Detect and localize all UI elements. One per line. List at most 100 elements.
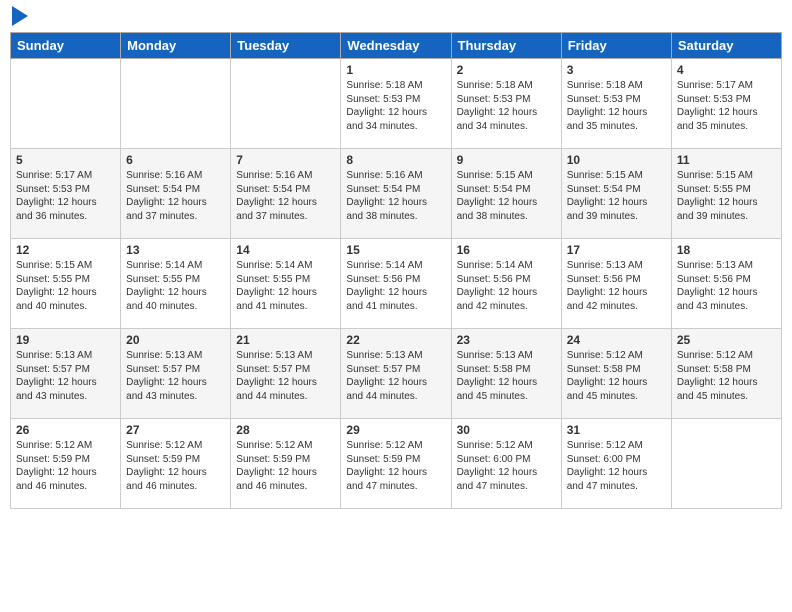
calendar-header-row: SundayMondayTuesdayWednesdayThursdayFrid… <box>11 33 782 59</box>
day-number: 15 <box>346 243 445 257</box>
calendar-cell: 11Sunrise: 5:15 AM Sunset: 5:55 PM Dayli… <box>671 149 781 239</box>
day-info: Sunrise: 5:13 AM Sunset: 5:57 PM Dayligh… <box>126 349 225 403</box>
calendar-cell: 3 Sunrise: 5:18 AM Sunset: 5:53 PM Daylig… <box>561 59 671 149</box>
calendar-cell: 4Sunrise: 5:17 AM Sunset: 5:53 PM Daylig… <box>671 59 781 149</box>
calendar-cell: 15 Sunrise: 5:14 AM Sunset: 5:56 PM Dayli… <box>341 239 451 329</box>
calendar-cell: 6 Sunrise: 5:16 AM Sunset: 5:54 PM Daylig… <box>121 149 231 239</box>
calendar-cell: 14 Sunrise: 5:14 AM Sunset: 5:55 PM Dayli… <box>231 239 341 329</box>
day-info: Sunrise: 5:14 AM Sunset: 5:55 PM Dayligh… <box>126 259 225 313</box>
calendar-cell: 27 Sunrise: 5:12 AM Sunset: 5:59 PM Dayli… <box>121 419 231 509</box>
calendar-cell: 26 Sunrise: 5:12 AM Sunset: 5:59 PM Dayli… <box>11 419 121 509</box>
day-number: 23 <box>457 333 556 347</box>
day-info: Sunrise: 5:12 AM Sunset: 5:58 PM Dayligh… <box>677 349 776 403</box>
calendar-cell: 29 Sunrise: 5:12 AM Sunset: 5:59 PM Dayli… <box>341 419 451 509</box>
day-number: 6 <box>126 153 225 167</box>
day-info: Sunrise: 5:15 AM Sunset: 5:54 PM Dayligh… <box>567 169 666 223</box>
day-info: Sunrise: 5:15 AM Sunset: 5:55 PM Dayligh… <box>16 259 115 313</box>
day-info: Sunrise: 5:16 AM Sunset: 5:54 PM Dayligh… <box>236 169 335 223</box>
day-info: Sunrise: 5:12 AM Sunset: 6:00 PM Dayligh… <box>567 439 666 493</box>
day-info: Sunrise: 5:18 AM Sunset: 5:53 PM Dayligh… <box>346 79 445 133</box>
day-info: Sunrise: 5:18 AM Sunset: 5:53 PM Dayligh… <box>567 79 666 133</box>
calendar-cell: 7 Sunrise: 5:16 AM Sunset: 5:54 PM Daylig… <box>231 149 341 239</box>
calendar-week-1: 1 Sunrise: 5:18 AM Sunset: 5:53 PM Daylig… <box>11 59 782 149</box>
day-number: 17 <box>567 243 666 257</box>
day-info: Sunrise: 5:15 AM Sunset: 5:55 PM Dayligh… <box>677 169 776 223</box>
day-info: Sunrise: 5:13 AM Sunset: 5:56 PM Dayligh… <box>677 259 776 313</box>
day-number: 7 <box>236 153 335 167</box>
day-number: 18 <box>677 243 776 257</box>
weekday-header-friday: Friday <box>561 33 671 59</box>
day-info: Sunrise: 5:16 AM Sunset: 5:54 PM Dayligh… <box>126 169 225 223</box>
weekday-header-tuesday: Tuesday <box>231 33 341 59</box>
day-number: 19 <box>16 333 115 347</box>
day-number: 26 <box>16 423 115 437</box>
weekday-header-sunday: Sunday <box>11 33 121 59</box>
calendar-cell: 20Sunrise: 5:13 AM Sunset: 5:57 PM Dayli… <box>121 329 231 419</box>
day-number: 16 <box>457 243 556 257</box>
calendar-week-5: 26 Sunrise: 5:12 AM Sunset: 5:59 PM Dayli… <box>11 419 782 509</box>
page-header <box>10 10 782 26</box>
day-info: Sunrise: 5:14 AM Sunset: 5:56 PM Dayligh… <box>457 259 556 313</box>
day-info: Sunrise: 5:13 AM Sunset: 5:57 PM Dayligh… <box>346 349 445 403</box>
day-info: Sunrise: 5:13 AM Sunset: 5:56 PM Dayligh… <box>567 259 666 313</box>
calendar-cell: 8 Sunrise: 5:16 AM Sunset: 5:54 PM Daylig… <box>341 149 451 239</box>
calendar-cell: 23 Sunrise: 5:13 AM Sunset: 5:58 PM Dayli… <box>451 329 561 419</box>
calendar-cell <box>121 59 231 149</box>
day-info: Sunrise: 5:16 AM Sunset: 5:54 PM Dayligh… <box>346 169 445 223</box>
calendar-week-4: 19 Sunrise: 5:13 AM Sunset: 5:57 PM Dayli… <box>11 329 782 419</box>
calendar-cell: 25Sunrise: 5:12 AM Sunset: 5:58 PM Dayli… <box>671 329 781 419</box>
calendar-cell: 21 Sunrise: 5:13 AM Sunset: 5:57 PM Dayli… <box>231 329 341 419</box>
calendar-cell: 1 Sunrise: 5:18 AM Sunset: 5:53 PM Daylig… <box>341 59 451 149</box>
day-info: Sunrise: 5:14 AM Sunset: 5:55 PM Dayligh… <box>236 259 335 313</box>
day-number: 13 <box>126 243 225 257</box>
calendar-cell: 18 Sunrise: 5:13 AM Sunset: 5:56 PM Dayli… <box>671 239 781 329</box>
day-number: 8 <box>346 153 445 167</box>
calendar-cell: 17 Sunrise: 5:13 AM Sunset: 5:56 PM Dayli… <box>561 239 671 329</box>
day-info: Sunrise: 5:12 AM Sunset: 5:58 PM Dayligh… <box>567 349 666 403</box>
calendar-cell: 22 Sunrise: 5:13 AM Sunset: 5:57 PM Dayli… <box>341 329 451 419</box>
day-number: 29 <box>346 423 445 437</box>
weekday-header-saturday: Saturday <box>671 33 781 59</box>
calendar-cell: 28 Sunrise: 5:12 AM Sunset: 5:59 PM Dayli… <box>231 419 341 509</box>
day-info: Sunrise: 5:15 AM Sunset: 5:54 PM Dayligh… <box>457 169 556 223</box>
calendar-cell: 24Sunrise: 5:12 AM Sunset: 5:58 PM Dayli… <box>561 329 671 419</box>
calendar-cell <box>671 419 781 509</box>
day-info: Sunrise: 5:12 AM Sunset: 5:59 PM Dayligh… <box>126 439 225 493</box>
calendar-cell: 10 Sunrise: 5:15 AM Sunset: 5:54 PM Dayli… <box>561 149 671 239</box>
calendar-cell: 31 Sunrise: 5:12 AM Sunset: 6:00 PM Dayli… <box>561 419 671 509</box>
day-info: Sunrise: 5:13 AM Sunset: 5:58 PM Dayligh… <box>457 349 556 403</box>
day-number: 27 <box>126 423 225 437</box>
day-number: 21 <box>236 333 335 347</box>
day-number: 9 <box>457 153 556 167</box>
calendar-cell: 9 Sunrise: 5:15 AM Sunset: 5:54 PM Daylig… <box>451 149 561 239</box>
day-info: Sunrise: 5:13 AM Sunset: 5:57 PM Dayligh… <box>236 349 335 403</box>
day-number: 31 <box>567 423 666 437</box>
calendar-cell: 12 Sunrise: 5:15 AM Sunset: 5:55 PM Dayli… <box>11 239 121 329</box>
calendar-cell: 2Sunrise: 5:18 AM Sunset: 5:53 PM Daylig… <box>451 59 561 149</box>
day-info: Sunrise: 5:17 AM Sunset: 5:53 PM Dayligh… <box>677 79 776 133</box>
day-info: Sunrise: 5:12 AM Sunset: 5:59 PM Dayligh… <box>236 439 335 493</box>
calendar-cell: 5Sunrise: 5:17 AM Sunset: 5:53 PM Daylig… <box>11 149 121 239</box>
calendar-cell: 13 Sunrise: 5:14 AM Sunset: 5:55 PM Dayli… <box>121 239 231 329</box>
day-number: 28 <box>236 423 335 437</box>
calendar-cell: 19Sunrise: 5:13 AM Sunset: 5:57 PM Dayli… <box>11 329 121 419</box>
weekday-header-monday: Monday <box>121 33 231 59</box>
calendar-cell <box>231 59 341 149</box>
weekday-header-wednesday: Wednesday <box>341 33 451 59</box>
day-info: Sunrise: 5:12 AM Sunset: 5:59 PM Dayligh… <box>346 439 445 493</box>
day-number: 22 <box>346 333 445 347</box>
day-number: 1 <box>346 63 445 77</box>
calendar-cell: 16 Sunrise: 5:14 AM Sunset: 5:56 PM Dayli… <box>451 239 561 329</box>
calendar-cell <box>11 59 121 149</box>
day-number: 30 <box>457 423 556 437</box>
day-number: 12 <box>16 243 115 257</box>
weekday-header-thursday: Thursday <box>451 33 561 59</box>
day-number: 14 <box>236 243 335 257</box>
day-info: Sunrise: 5:12 AM Sunset: 6:00 PM Dayligh… <box>457 439 556 493</box>
day-number: 3 <box>567 63 666 77</box>
day-number: 10 <box>567 153 666 167</box>
day-info: Sunrise: 5:12 AM Sunset: 5:59 PM Dayligh… <box>16 439 115 493</box>
calendar-cell: 30 Sunrise: 5:12 AM Sunset: 6:00 PM Dayli… <box>451 419 561 509</box>
day-info: Sunrise: 5:14 AM Sunset: 5:56 PM Dayligh… <box>346 259 445 313</box>
day-number: 5 <box>16 153 115 167</box>
